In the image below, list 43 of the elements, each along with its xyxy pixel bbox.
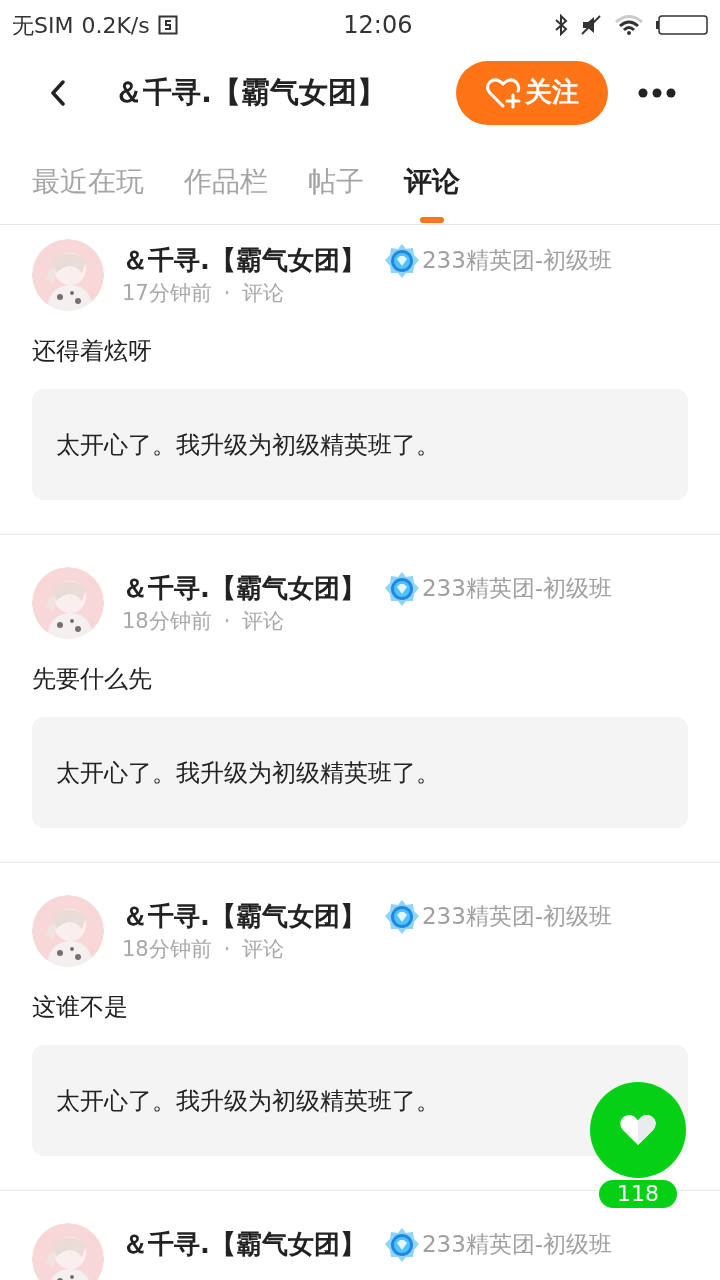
separator-dot: ·	[223, 936, 231, 963]
tab[interactable]: 评论	[404, 135, 460, 223]
comment-text: 这谁不是	[32, 992, 129, 1023]
back-icon[interactable]	[50, 79, 66, 106]
more-icon[interactable]	[638, 87, 676, 98]
quoted-post[interactable]: 太开心了。我升级为初级精英班了。	[32, 389, 688, 500]
comment-text: 先要什么先	[32, 664, 153, 695]
activity-type: 评论	[242, 280, 285, 307]
activity-type: 评论	[242, 936, 285, 963]
battery-icon	[656, 15, 708, 35]
author-name[interactable]: ＆千寻.【霸气女团】	[122, 1225, 366, 1264]
medal-icon	[383, 898, 420, 935]
rank-label: 233精英团-初级班	[421, 246, 613, 276]
page-title: ＆千寻.【霸气女团】	[114, 73, 387, 111]
rank-label: 233精英团-初级班	[421, 574, 613, 604]
mute-icon	[580, 14, 602, 36]
post-time: 18分钟前	[122, 936, 212, 963]
heart-icon	[619, 1113, 657, 1147]
comment-text: 还得着炫呀	[32, 336, 153, 367]
like-count: 118	[597, 1178, 679, 1210]
medal-icon	[383, 570, 420, 607]
clock: 12:06	[343, 10, 413, 41]
medal-icon	[383, 242, 420, 279]
rank-label: 233精英团-初级班	[421, 1230, 613, 1260]
bluetooth-icon	[554, 14, 568, 36]
activity-type: 评论	[242, 608, 285, 635]
post-time: 18分钟前	[122, 608, 212, 635]
post-time: 17分钟前	[122, 280, 212, 307]
heart-plus-icon	[485, 76, 521, 109]
quoted-post[interactable]: 太开心了。我升级为初级精英班了。	[32, 717, 688, 828]
author-name[interactable]: ＆千寻.【霸气女团】	[122, 897, 366, 936]
tab-indicator	[420, 217, 444, 223]
author-name[interactable]: ＆千寻.【霸气女团】	[122, 569, 366, 608]
wifi-icon	[614, 14, 644, 36]
rank-label: 233精英团-初级班	[421, 902, 613, 932]
separator-dot: ·	[223, 608, 231, 635]
network-speed: 0.2K/s	[81, 11, 150, 40]
carrier-text: 无SIM	[12, 11, 74, 40]
medal-icon	[383, 1226, 420, 1263]
quoted-post[interactable]: 太开心了。我升级为初级精英班了。	[32, 1045, 688, 1156]
separator-dot: ·	[223, 280, 231, 307]
sim-icon	[157, 15, 178, 35]
author-name[interactable]: ＆千寻.【霸气女团】	[122, 241, 366, 280]
